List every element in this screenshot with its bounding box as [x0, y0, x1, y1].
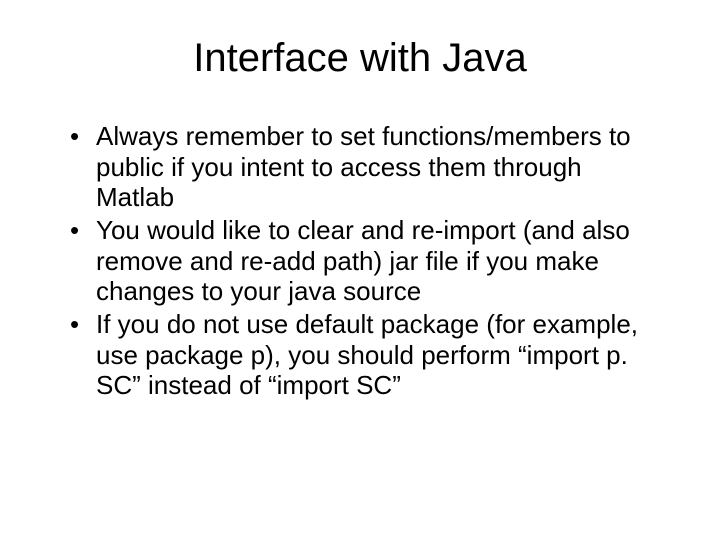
list-item: If you do not use default package (for e…	[70, 309, 660, 401]
slide-title: Interface with Java	[60, 30, 660, 81]
list-item: You would like to clear and re-import (a…	[70, 215, 660, 307]
list-item: Always remember to set functions/members…	[70, 121, 660, 213]
slide: Interface with Java Always remember to s…	[0, 0, 720, 540]
bullet-list: Always remember to set functions/members…	[60, 121, 660, 401]
